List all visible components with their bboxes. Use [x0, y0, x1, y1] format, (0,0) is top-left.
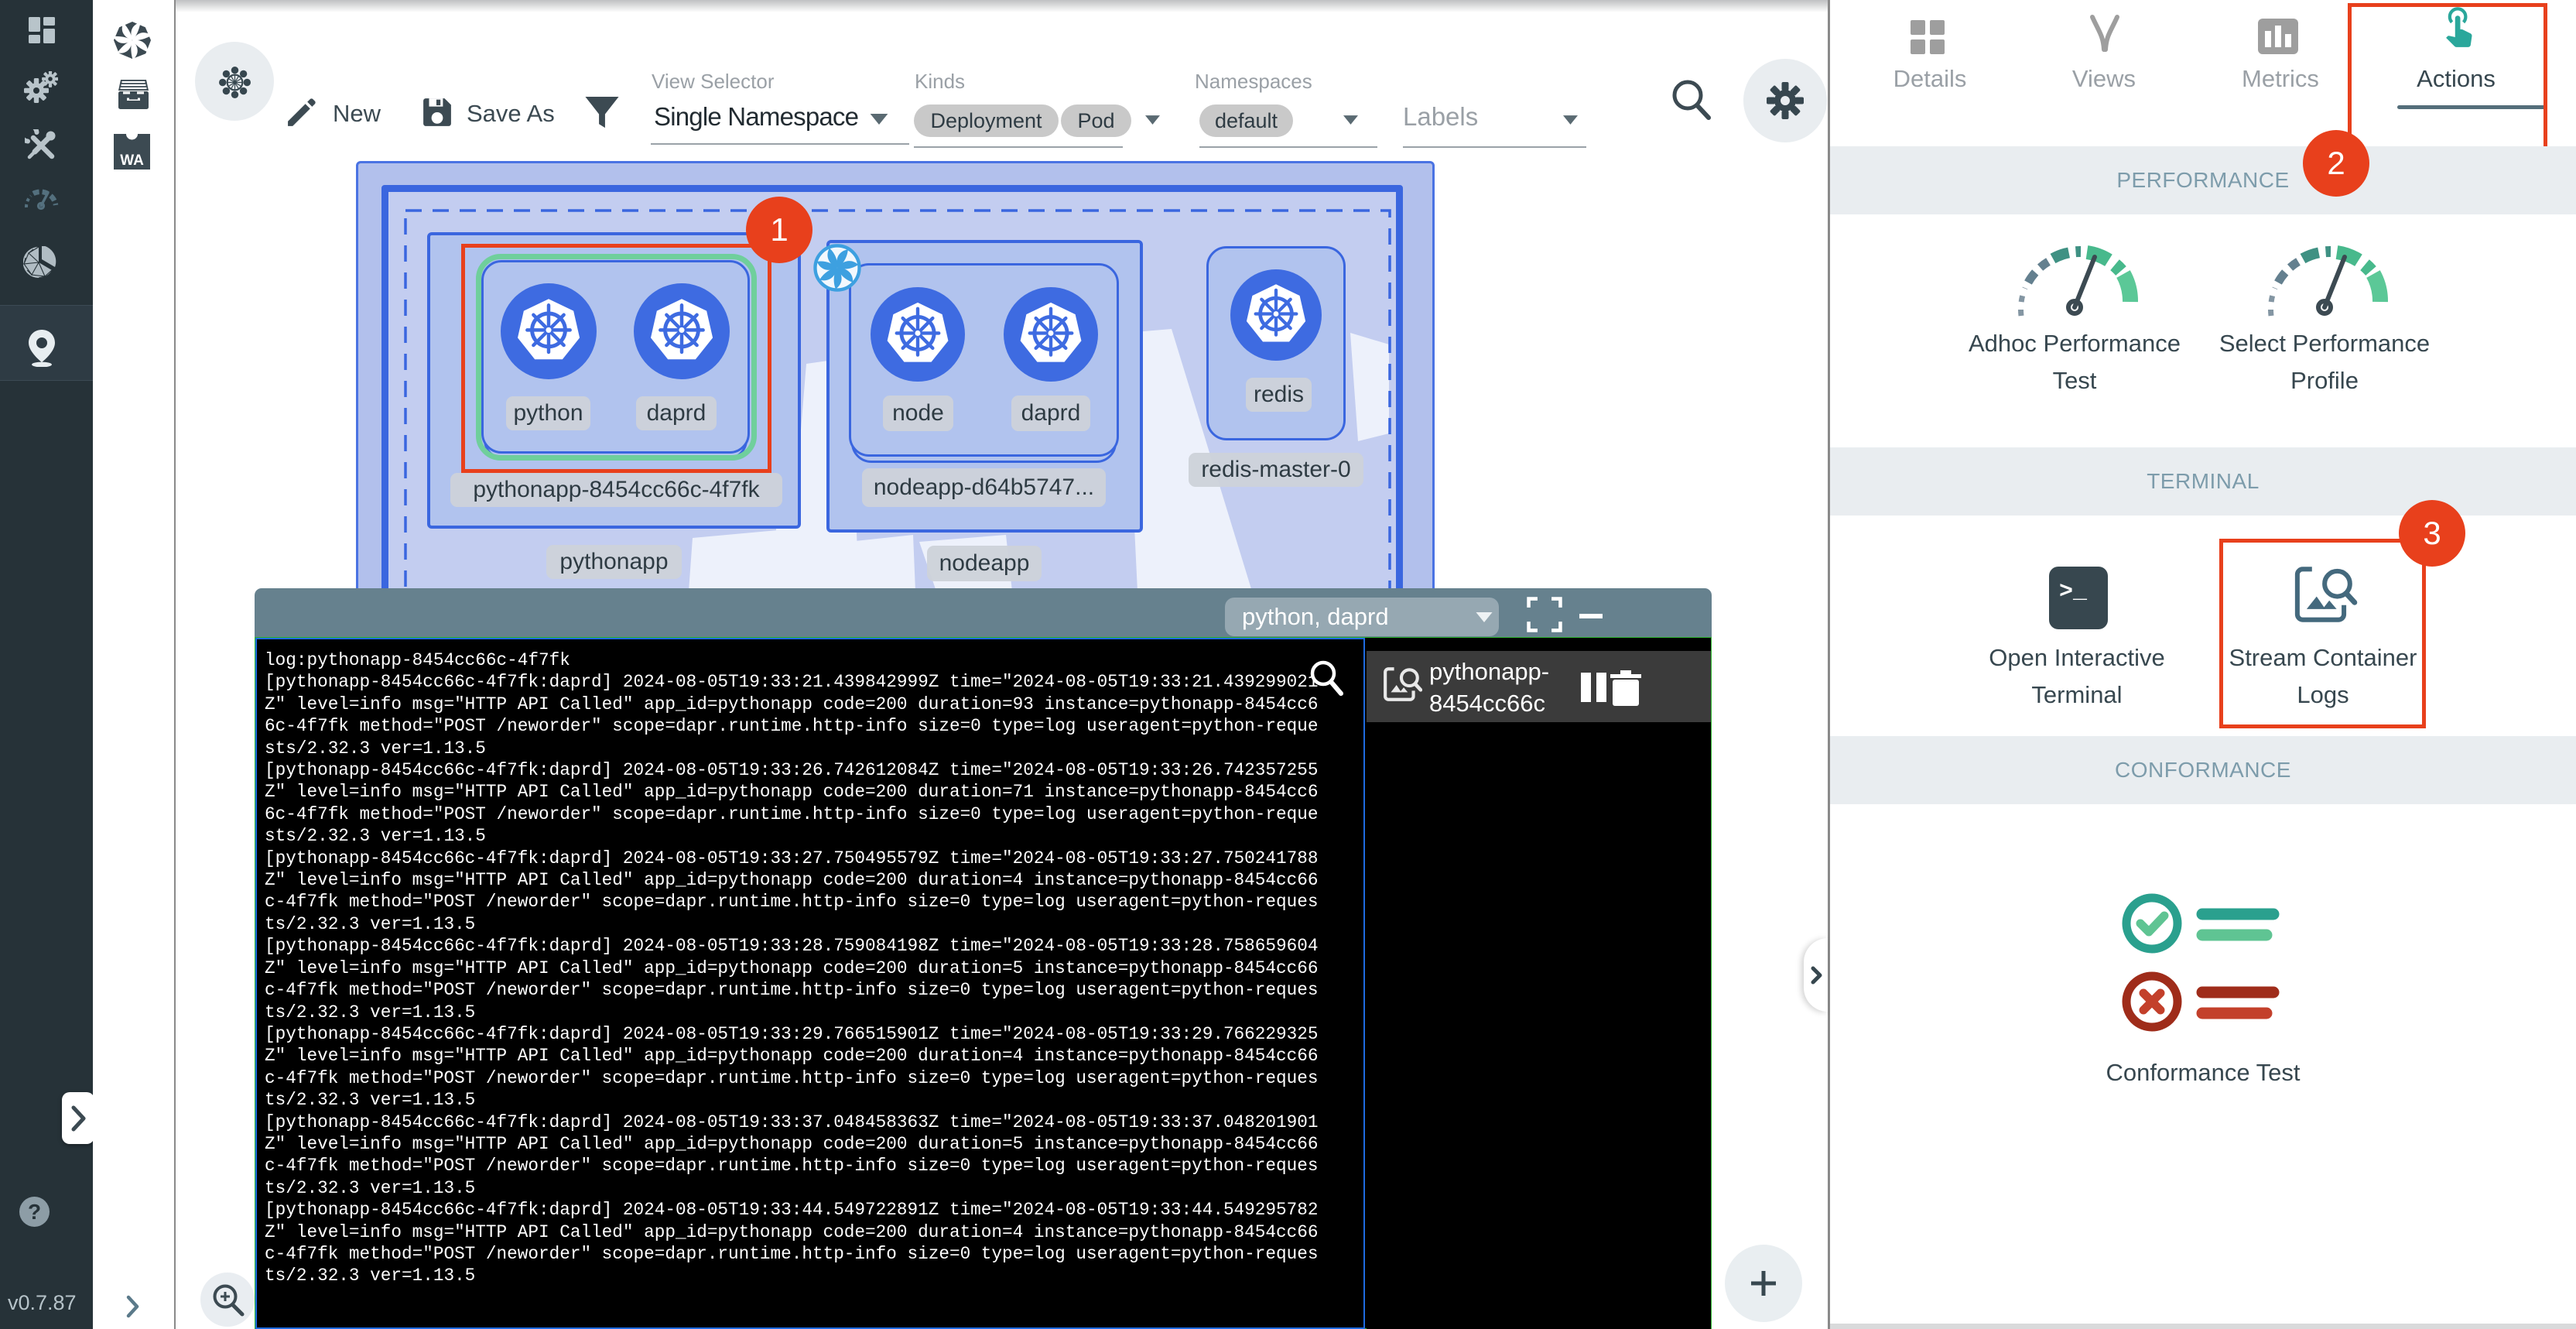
svg-text:WA: WA — [120, 152, 144, 169]
